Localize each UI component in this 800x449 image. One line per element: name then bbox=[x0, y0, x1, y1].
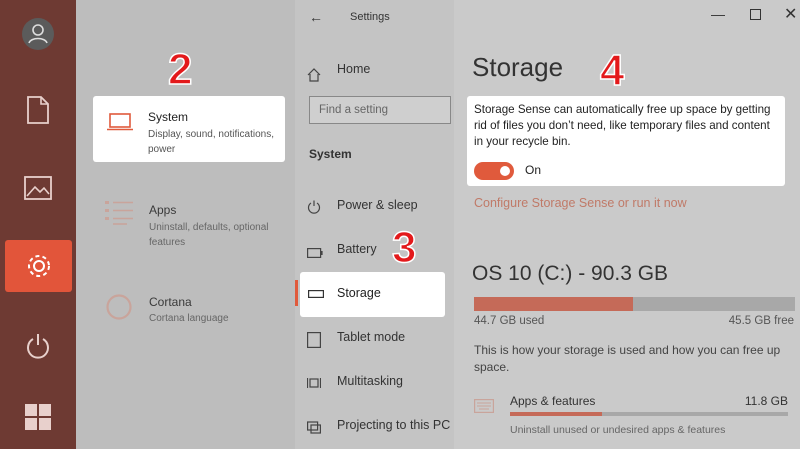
search-input[interactable]: Find a setting bbox=[309, 96, 451, 124]
document-icon[interactable] bbox=[0, 82, 76, 138]
nav-label: Multitasking bbox=[337, 374, 403, 388]
apps-size-bar bbox=[510, 412, 788, 416]
nav-projecting[interactable]: Projecting to this PC bbox=[295, 410, 454, 446]
maximize-button[interactable] bbox=[750, 9, 761, 20]
user-icon[interactable] bbox=[0, 6, 76, 62]
nav-label: Battery bbox=[337, 242, 377, 256]
drive-title: OS 10 (C:) - 90.3 GB bbox=[472, 262, 669, 285]
category-title: Apps bbox=[149, 203, 177, 217]
selected-indicator bbox=[295, 280, 298, 306]
category-subtitle: Cortana language bbox=[149, 313, 229, 324]
battery-icon bbox=[307, 248, 323, 258]
home-icon bbox=[307, 68, 321, 82]
projecting-icon bbox=[307, 421, 321, 434]
storage-content: — ✕ Storage 4 Storage Sense can automati… bbox=[454, 0, 800, 449]
category-subtitle: Uninstall, defaults, optional features bbox=[149, 222, 269, 248]
nav-tablet-mode[interactable]: Tablet mode bbox=[295, 322, 454, 358]
apps-features-subtitle: Uninstall unused or undesired apps & fea… bbox=[510, 424, 726, 436]
category-cortana[interactable]: Cortana Cortana language bbox=[92, 290, 292, 334]
settings-nav: ← Settings Home Find a setting System Po… bbox=[295, 0, 454, 449]
apps-features-size: 11.8 GB bbox=[744, 394, 788, 408]
toggle-label: On bbox=[525, 163, 542, 177]
category-title: System bbox=[148, 110, 189, 124]
power-icon bbox=[307, 200, 321, 214]
free-label: 45.5 GB free bbox=[728, 315, 794, 327]
page-title: Storage bbox=[472, 52, 564, 82]
nav-label: Projecting to this PC bbox=[337, 418, 451, 432]
storage-icon bbox=[308, 290, 324, 298]
tablet-icon bbox=[307, 332, 321, 348]
storage-sense-text: Storage Sense can automatically free up … bbox=[474, 103, 771, 148]
usage-bar-fill bbox=[474, 297, 633, 311]
settings-icon[interactable] bbox=[5, 240, 72, 292]
toggle-knob bbox=[500, 166, 510, 176]
pictures-icon[interactable] bbox=[0, 160, 76, 216]
window-title: Settings bbox=[350, 11, 390, 23]
close-button[interactable]: ✕ bbox=[784, 4, 797, 24]
apps-features-item[interactable]: Apps & features 11.8 GB Uninstall unused… bbox=[468, 386, 788, 438]
category-subtitle: Display, sound, notifications, power bbox=[148, 129, 274, 155]
apps-size-bar-fill bbox=[510, 412, 602, 416]
nav-label: Power & sleep bbox=[337, 198, 418, 212]
section-label: System bbox=[309, 147, 352, 161]
category-apps[interactable]: Apps Uninstall, defaults, optional featu… bbox=[92, 196, 292, 256]
cortana-icon bbox=[106, 294, 132, 320]
storage-sense-box: Storage Sense can automatically free up … bbox=[467, 96, 785, 186]
minimize-button[interactable]: — bbox=[711, 6, 725, 22]
nav-home[interactable]: Home bbox=[295, 58, 454, 94]
nav-multitasking[interactable]: Multitasking bbox=[295, 366, 454, 402]
usage-description: This is how your storage is used and how… bbox=[474, 343, 781, 374]
nav-label: Tablet mode bbox=[337, 330, 406, 344]
annotation-4: 4 bbox=[599, 46, 625, 95]
laptop-icon bbox=[107, 113, 133, 131]
configure-link[interactable]: Configure Storage Sense or run it now bbox=[474, 196, 687, 210]
category-title: Cortana bbox=[149, 295, 192, 309]
apps-features-title: Apps & features bbox=[510, 394, 596, 408]
keyboard-icon bbox=[474, 399, 494, 413]
start-rail: 1 bbox=[0, 0, 76, 449]
nav-battery[interactable]: Battery bbox=[295, 234, 454, 270]
windows-icon[interactable] bbox=[0, 389, 76, 445]
back-arrow-icon[interactable]: ← bbox=[309, 9, 323, 25]
nav-storage[interactable]: Storage bbox=[300, 272, 445, 317]
search-placeholder: Find a setting bbox=[319, 104, 389, 116]
annotation-3: 3 bbox=[391, 223, 417, 272]
multitasking-icon bbox=[307, 378, 321, 388]
nav-power-sleep[interactable]: Power & sleep bbox=[295, 190, 454, 226]
usage-bar bbox=[474, 297, 795, 311]
used-label: 44.7 GB used bbox=[474, 315, 545, 327]
nav-label: Storage bbox=[337, 286, 381, 300]
power-icon[interactable] bbox=[0, 318, 76, 374]
storage-sense-toggle[interactable] bbox=[474, 162, 514, 180]
category-system[interactable]: System Display, sound, notifications, po… bbox=[93, 96, 285, 162]
nav-home-label: Home bbox=[337, 62, 371, 76]
settings-categories: 2 System Display, sound, notifications, … bbox=[76, 0, 295, 449]
annotation-2: 2 bbox=[167, 45, 193, 94]
apps-list-icon bbox=[105, 201, 133, 225]
